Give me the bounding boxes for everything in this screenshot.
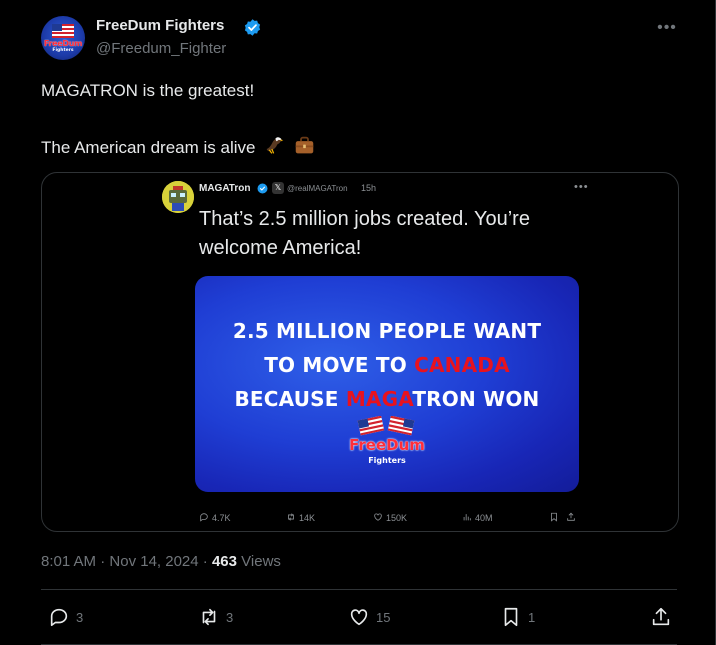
quote-stat-value: 14K — [299, 513, 316, 523]
us-flag-icon — [52, 24, 74, 38]
bookmark-icon — [551, 512, 557, 522]
author-handle[interactable]: @Freedum_Fighter — [96, 40, 226, 57]
banner-text: TO MOVE TO — [264, 353, 415, 377]
quote-author-handle: @realMAGATron — [287, 184, 348, 193]
banner-text: BECAUSE — [234, 387, 346, 411]
quote-stat-value: 40M — [475, 513, 493, 523]
quote-stat-likes: 150K — [373, 512, 407, 523]
quote-stat-replies: 4.7K — [199, 512, 231, 523]
divider — [41, 589, 677, 590]
quote-image-banner: 2.5 MILLION PEOPLE WANT TO MOVE TO CANAD… — [195, 276, 579, 492]
tweet-meta: 8:01 AM · Nov 14, 2024 · 463 Views — [41, 553, 281, 570]
banner-text: TRON WON — [412, 387, 540, 411]
bookmark-count: 1 — [528, 609, 536, 625]
banner-line-3: BECAUSE MAGATRON WON — [195, 382, 579, 416]
banner-red-text: CANADA — [414, 353, 510, 377]
quote-stat-views: 40M — [462, 512, 493, 523]
reply-icon — [50, 608, 68, 627]
tweet-text-line: The American dream is alive — [41, 135, 315, 158]
quote-text: That’s 2.5 million jobs created. You’re … — [199, 208, 530, 259]
share-icon — [652, 607, 670, 626]
embedded-screenshot: MAGATron 𝕏 @realMAGATron 15h ••• That’s … — [154, 173, 588, 531]
tweet-time[interactable]: 8:01 AM — [41, 553, 96, 570]
banner-headline: 2.5 MILLION PEOPLE WANT TO MOVE TO CANAD… — [195, 314, 579, 416]
quote-stat-reposts: 14K — [286, 512, 315, 523]
views-icon — [463, 514, 471, 521]
quote-more-icon: ••• — [574, 181, 589, 193]
quote-stat-value: 4.7K — [212, 513, 231, 523]
quote-stat-value: 150K — [386, 513, 408, 523]
more-options-icon[interactable]: ••• — [656, 18, 678, 38]
bookmark-button[interactable]: 1 — [500, 602, 535, 632]
reply-button[interactable]: 3 — [48, 602, 83, 632]
quote-avatar — [162, 181, 194, 213]
briefcase-emoji-icon — [295, 136, 314, 154]
meta-separator: · — [198, 553, 212, 570]
meta-separator: · — [96, 553, 110, 570]
quote-timestamp: 15h — [361, 183, 377, 193]
heart-icon — [374, 513, 382, 521]
verified-badge-icon — [244, 19, 261, 36]
avatar-brand-text: FreeDum — [43, 39, 83, 48]
avatar-brand-subtext: Fighters — [52, 48, 74, 53]
share-icon — [567, 512, 575, 521]
banner-red-text: MAGA — [345, 387, 413, 411]
author-avatar[interactable]: FreeDum Fighters — [41, 16, 85, 60]
robot-avatar-icon — [162, 181, 194, 213]
author-display-name[interactable]: FreeDum Fighters — [96, 17, 224, 34]
banner-brand-sub: Fighters — [368, 456, 406, 465]
quote-stat-share — [566, 512, 579, 523]
heart-icon — [350, 609, 368, 626]
repost-icon — [288, 513, 294, 521]
quote-author-name: MAGATron — [199, 183, 251, 194]
tweet-text: The American dream is alive — [41, 138, 256, 157]
tweet-text-line: MAGATRON is the greatest! — [41, 81, 255, 100]
banner-line-2: TO MOVE TO CANADA — [195, 348, 579, 382]
x-logo-icon: 𝕏 — [272, 182, 284, 194]
reply-count: 3 — [76, 609, 84, 625]
reply-icon — [200, 513, 208, 522]
banner-line-1: 2.5 MILLION PEOPLE WANT — [232, 319, 542, 343]
crossed-flags-icon — [357, 416, 415, 436]
views-label: Views — [241, 553, 281, 570]
banner-brand: FreeDum — [349, 436, 425, 454]
bookmark-icon — [504, 607, 518, 627]
repost-count: 3 — [226, 609, 234, 625]
quote-stats-bar: 4.7K 14K 150K 40M — [199, 512, 577, 526]
views-count: 463 — [211, 553, 237, 570]
tweet-date[interactable]: Nov 14, 2024 — [109, 553, 198, 570]
repost-icon — [202, 608, 216, 626]
quote-verified-badge-icon — [257, 183, 268, 194]
repost-button[interactable]: 3 — [198, 602, 233, 632]
like-count: 15 — [376, 609, 391, 625]
eagle-emoji-icon — [266, 137, 284, 154]
like-button[interactable]: 15 — [348, 602, 390, 632]
quoted-media-card[interactable]: MAGATron 𝕏 @realMAGATron 15h ••• That’s … — [41, 172, 679, 532]
quote-stat-bookmark — [549, 512, 562, 523]
share-button[interactable] — [650, 602, 672, 632]
